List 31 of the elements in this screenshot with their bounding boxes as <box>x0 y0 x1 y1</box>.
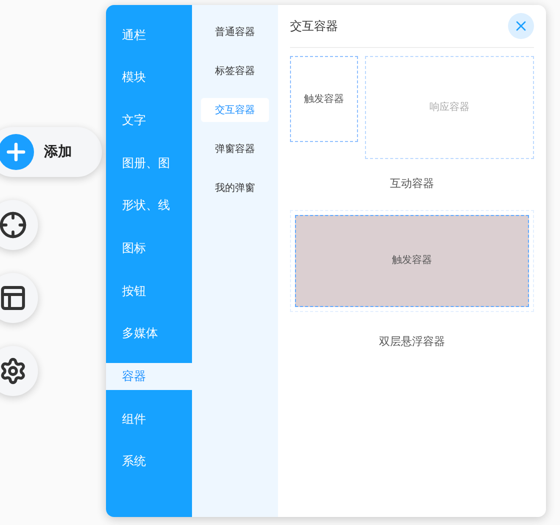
category-item[interactable]: 系统 <box>106 448 192 475</box>
response-container[interactable]: 响应容器 <box>365 56 534 159</box>
category-item[interactable]: 通栏 <box>106 21 192 48</box>
subcategory-item[interactable]: 普通容器 <box>201 20 269 44</box>
close-button[interactable] <box>508 13 534 39</box>
template-caption: 互动容器 <box>390 176 434 192</box>
category-item[interactable]: 形状、线 <box>106 192 192 219</box>
target-icon <box>0 211 27 239</box>
category-item[interactable]: 多媒体 <box>106 320 192 347</box>
category-item[interactable]: 按钮 <box>106 277 192 304</box>
add-button[interactable]: 添加 <box>0 127 102 177</box>
plus-icon <box>0 134 34 170</box>
settings-icon <box>0 357 27 385</box>
category-item[interactable]: 文字 <box>106 106 192 134</box>
trigger-container[interactable]: 触发容器 <box>290 56 358 142</box>
template-caption: 双层悬浮容器 <box>379 334 445 350</box>
layout-icon <box>0 284 27 312</box>
trigger-container[interactable]: 触发容器 <box>295 214 529 306</box>
settings-button[interactable] <box>0 346 38 396</box>
content-title: 交互容器 <box>290 18 338 35</box>
subcategory-item[interactable]: 弹窗容器 <box>201 137 269 161</box>
category-item[interactable]: 图册、图 <box>106 149 192 176</box>
subcategory-item[interactable]: 交互容器 <box>201 98 269 122</box>
target-button[interactable] <box>0 200 38 250</box>
subcategory-item[interactable]: 标签容器 <box>201 59 269 83</box>
category-item[interactable]: 组件 <box>106 405 192 432</box>
category-item[interactable]: 容器 <box>106 362 192 390</box>
category-item[interactable]: 图标 <box>106 234 192 262</box>
subcategory-item[interactable]: 我的弹窗 <box>201 176 269 200</box>
layout-button[interactable] <box>0 273 38 323</box>
category-item[interactable]: 模块 <box>106 64 192 91</box>
